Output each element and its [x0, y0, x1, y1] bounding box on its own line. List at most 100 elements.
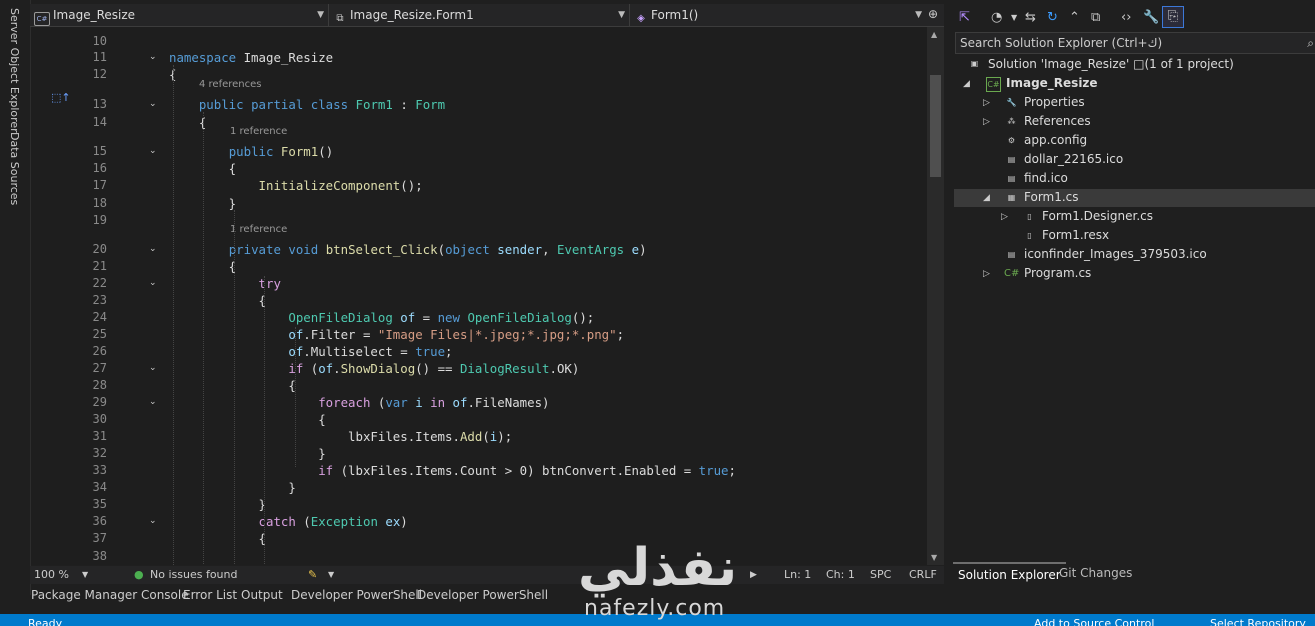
- tree-item-find-ico[interactable]: find.ico: [1024, 171, 1068, 185]
- fold-chevron-icon[interactable]: ⌄: [149, 99, 157, 109]
- collapse-all-icon[interactable]: ⌃: [1069, 10, 1080, 25]
- view-code-icon[interactable]: ‹›: [1121, 10, 1131, 25]
- tree-item-program-cs[interactable]: Program.cs: [1024, 266, 1091, 280]
- add-to-source-control[interactable]: Add to Source Control: [1034, 614, 1154, 626]
- tree-item-dollar-ico[interactable]: dollar_22165.ico: [1024, 152, 1123, 166]
- code-line[interactable]: private void btnSelect_Click(object send…: [169, 242, 647, 257]
- code-line[interactable]: OpenFileDialog of = new OpenFileDialog()…: [169, 310, 594, 325]
- code-line[interactable]: }: [169, 497, 266, 512]
- code-line[interactable]: of.Filter = "Image Files|*.jpeg;*.jpg;*.…: [169, 327, 624, 342]
- collapse-arrow-icon[interactable]: ▷: [1001, 212, 1008, 222]
- chevron-down-icon[interactable]: ▼: [82, 566, 88, 584]
- chevron-down-icon[interactable]: ▼: [1011, 13, 1017, 22]
- switch-views-icon[interactable]: ⇱: [959, 10, 970, 25]
- select-repository[interactable]: Select Repository: [1210, 614, 1306, 626]
- code-line[interactable]: }: [169, 446, 325, 461]
- code-line[interactable]: foreach (var i in of.FileNames): [169, 395, 549, 410]
- code-line[interactable]: if (lbxFiles.Items.Count > 0) btnConvert…: [169, 463, 736, 478]
- code-line[interactable]: MessageBox.Show(ex.Message);: [169, 564, 497, 565]
- code-line[interactable]: {: [169, 531, 266, 546]
- properties-wrench-icon[interactable]: 🔧: [1143, 10, 1159, 25]
- tree-item-references[interactable]: References: [1024, 114, 1091, 128]
- collapse-arrow-icon[interactable]: ▷: [983, 98, 990, 108]
- editor-scroll-thumb[interactable]: [930, 75, 941, 177]
- zoom-level[interactable]: 100 %: [34, 566, 69, 584]
- class-dropdown[interactable]: ⧉ Image_Resize.Form1 ▼: [329, 4, 630, 26]
- code-lens-references[interactable]: 1 reference: [230, 224, 287, 235]
- issues-status[interactable]: No issues found: [150, 566, 237, 584]
- fold-chevron-icon[interactable]: ⌄: [149, 397, 157, 407]
- editor-status-row: 100 % ▼ ● No issues found ✎ ▼ ▶ Ln: 1 Ch…: [30, 566, 944, 584]
- collapse-arrow-icon[interactable]: ▷: [983, 117, 990, 127]
- line-number: 15: [92, 144, 107, 158]
- line-number[interactable]: Ln: 1: [784, 566, 811, 584]
- show-all-files-icon[interactable]: ⧉: [1091, 10, 1100, 25]
- expand-arrow-icon[interactable]: ◢: [963, 79, 970, 89]
- tree-item-properties[interactable]: Properties: [1024, 95, 1085, 109]
- code-line[interactable]: public partial class Form1 : Form: [169, 97, 445, 112]
- line-number: 30: [92, 412, 107, 426]
- split-editor-icon[interactable]: ⊕: [928, 7, 938, 21]
- fold-chevron-icon[interactable]: ⌄: [149, 146, 157, 156]
- column-number[interactable]: Ch: 1: [826, 566, 855, 584]
- code-line[interactable]: lbxFiles.Items.Add(i);: [169, 429, 512, 444]
- code-lens-references[interactable]: 1 reference: [230, 126, 287, 137]
- tree-item-form1-designer[interactable]: Form1.Designer.cs: [1042, 209, 1153, 223]
- pending-changes-icon[interactable]: ◔: [991, 10, 1002, 25]
- line-number: 20: [92, 242, 107, 256]
- tab-output[interactable]: Output: [241, 588, 283, 602]
- solution-search-input[interactable]: Search Solution Explorer (Ctrl+ك) ⌕: [955, 32, 1315, 54]
- preview-selected-items-icon[interactable]: ⎘: [1162, 6, 1184, 28]
- code-line[interactable]: {: [169, 293, 266, 308]
- code-line[interactable]: of.Multiselect = true;: [169, 344, 452, 359]
- brush-icon[interactable]: ✎: [308, 566, 317, 584]
- chevron-down-icon[interactable]: ▼: [328, 566, 334, 584]
- scroll-right-icon[interactable]: ▶: [750, 566, 757, 584]
- code-line[interactable]: {: [169, 115, 206, 130]
- tab-error-list[interactable]: Error List: [183, 588, 237, 602]
- scroll-down-icon[interactable]: ▼: [931, 553, 937, 562]
- fold-chevron-icon[interactable]: ⌄: [149, 278, 157, 288]
- data-sources-tab[interactable]: Data Sources: [8, 132, 21, 205]
- tree-item-form1-resx[interactable]: Form1.resx: [1042, 228, 1109, 242]
- whitespace-mode[interactable]: SPC: [870, 566, 891, 584]
- code-line[interactable]: catch (Exception ex): [169, 514, 408, 529]
- tree-item-app-config[interactable]: app.config: [1024, 133, 1087, 147]
- tree-item-iconfinder-ico[interactable]: iconfinder_Images_379503.ico: [1024, 247, 1207, 261]
- sync-icon[interactable]: ⇆: [1025, 10, 1036, 25]
- fold-chevron-icon[interactable]: ⌄: [149, 244, 157, 254]
- tree-solution[interactable]: Solution 'Image_Resize' □(1 of 1 project…: [988, 57, 1234, 71]
- project-dropdown[interactable]: C# Image_Resize ▼: [30, 4, 329, 26]
- tab-solution-explorer[interactable]: Solution Explorer: [953, 562, 1066, 586]
- csharp-file-icon: C#: [1004, 268, 1020, 279]
- tab-package-manager-console[interactable]: Package Manager Console: [31, 588, 189, 602]
- expand-arrow-icon[interactable]: ◢: [983, 193, 990, 203]
- fold-chevron-icon[interactable]: ⌄: [149, 52, 157, 62]
- line-ending[interactable]: CRLF: [909, 566, 937, 584]
- line-number: 19: [92, 213, 107, 227]
- tab-developer-powershell[interactable]: Developer PowerShell: [291, 588, 422, 602]
- server-object-explorer-tab[interactable]: Server Object Explorer: [8, 8, 21, 133]
- code-line[interactable]: if (of.ShowDialog() == DialogResult.OK): [169, 361, 579, 376]
- code-line[interactable]: public Form1(): [169, 144, 333, 159]
- code-editor[interactable]: 10 11 ⌄ namespace Image_Resize 12 {13 ⌄ public…: [31, 27, 927, 565]
- implementation-glyph-icon[interactable]: ⬚↑: [51, 91, 71, 104]
- line-number: 10: [92, 34, 107, 48]
- code-line[interactable]: }: [169, 480, 295, 495]
- code-line[interactable]: {: [169, 412, 325, 427]
- line-number: 26: [92, 344, 107, 358]
- fold-chevron-icon[interactable]: ⌄: [149, 516, 157, 526]
- member-dropdown[interactable]: ◈ Form1() ▼: [630, 4, 926, 26]
- tree-item-form1-cs[interactable]: Form1.cs: [1024, 190, 1079, 204]
- scroll-up-icon[interactable]: ▲: [931, 30, 937, 39]
- code-line[interactable]: InitializeComponent();: [169, 178, 423, 193]
- fold-chevron-icon[interactable]: ⌄: [149, 363, 157, 373]
- code-line[interactable]: namespace Image_Resize: [169, 50, 333, 65]
- collapse-arrow-icon[interactable]: ▷: [983, 269, 990, 279]
- tab-git-changes[interactable]: Git Changes: [1054, 562, 1137, 584]
- code-line[interactable]: {: [169, 378, 295, 393]
- refresh-icon[interactable]: ↻: [1047, 10, 1058, 25]
- tab-developer-powershell-2[interactable]: Developer PowerShell: [417, 588, 548, 602]
- tree-project[interactable]: Image_Resize: [1006, 76, 1098, 90]
- code-lens-references[interactable]: 4 references: [199, 79, 262, 90]
